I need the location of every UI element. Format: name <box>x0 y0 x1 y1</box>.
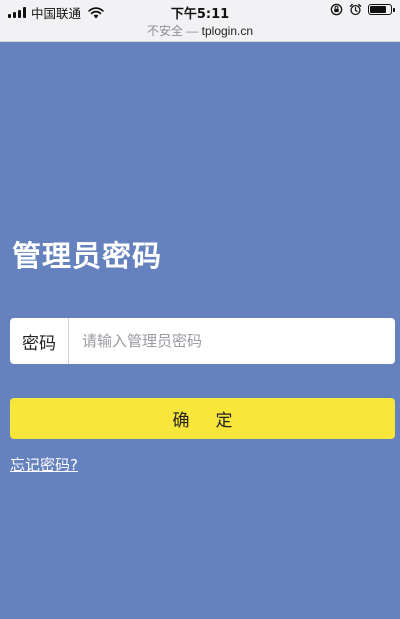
password-label: 密码 <box>10 318 69 364</box>
url-text: tplogin.cn <box>201 24 254 38</box>
password-input[interactable] <box>69 318 395 364</box>
alarm-icon <box>349 3 362 16</box>
status-bar: 中国联通 下午5:11 <box>0 0 400 22</box>
security-label: 不安全 — <box>146 24 199 38</box>
password-field-group: 密码 <box>10 318 395 364</box>
battery-icon <box>368 4 395 15</box>
url-bar[interactable]: 不安全 — tplogin.cn <box>0 22 400 39</box>
page-title: 管理员密码 <box>12 239 163 273</box>
status-right <box>330 3 395 16</box>
rotation-lock-icon <box>330 3 343 16</box>
battery-fill <box>370 6 387 13</box>
forgot-password-link[interactable]: 忘记密码? <box>10 454 78 475</box>
browser-chrome: 中国联通 下午5:11 不安全 — tplogin.cn <box>0 0 400 42</box>
confirm-button[interactable]: 确定 <box>10 398 395 439</box>
